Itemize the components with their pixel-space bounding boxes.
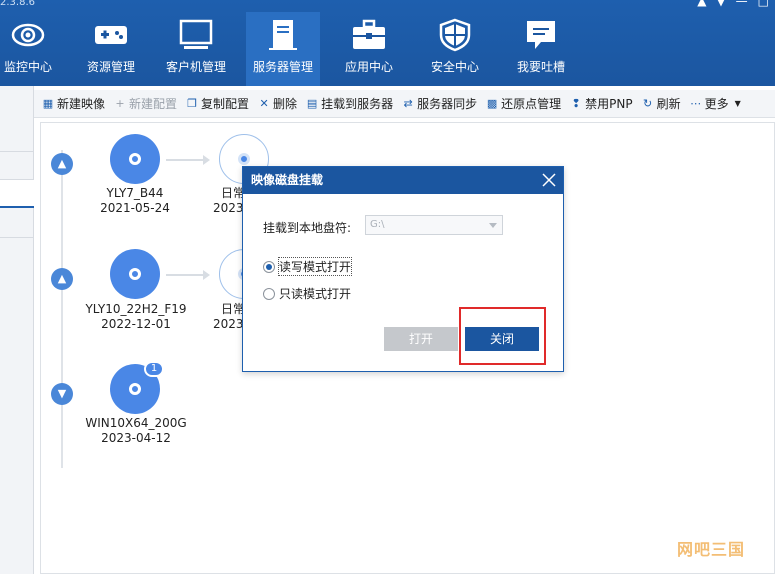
expand-toggle[interactable]: ▼ — [51, 383, 73, 405]
drive-letter-value: G:\ — [370, 219, 385, 230]
timeline-line — [61, 150, 63, 468]
dialog-title: 映像磁盘挂载 — [243, 167, 563, 194]
nav-label: 服务器管理 — [252, 60, 313, 74]
left-sidebar — [0, 86, 34, 574]
app-version: 2.3.8.6 — [0, 0, 35, 8]
maximize-icon[interactable]: □ — [758, 0, 769, 8]
monitor-icon — [179, 19, 213, 49]
gamepad-icon — [95, 26, 127, 44]
arrow-connector — [166, 155, 210, 165]
radio-checked-icon[interactable] — [263, 260, 275, 273]
disc-icon — [129, 268, 141, 280]
nav-app-center[interactable]: 应用中心 — [338, 12, 400, 86]
drive-letter-label: 挂载到本地盘符: — [263, 221, 352, 235]
sidebar-item[interactable] — [0, 210, 34, 238]
shield-icon — [439, 18, 471, 52]
restore-icon: ▩ — [486, 96, 498, 110]
eye-icon — [11, 23, 45, 47]
new-image-icon: ▦ — [42, 96, 54, 110]
server-sync-button[interactable]: ⇄ 服务器同步 — [402, 95, 477, 112]
collapse-toggle[interactable]: ▲ — [51, 268, 73, 290]
nav-client-management[interactable]: 客户机管理 — [162, 12, 230, 86]
restore-date: 2023 — [213, 317, 244, 331]
disc-icon — [238, 153, 250, 165]
sidebar-item[interactable] — [0, 152, 34, 180]
chevron-down-icon: ▼ — [57, 387, 67, 400]
disk-image-node[interactable] — [110, 249, 160, 299]
sidebar-item-selected[interactable] — [0, 180, 34, 208]
nav-security-center[interactable]: 安全中心 — [424, 12, 486, 86]
drive-letter-select[interactable]: G:\ — [365, 215, 503, 235]
nav-label: 客户机管理 — [165, 60, 226, 74]
window-controls: ▲ ▼ — □ — [697, 0, 769, 8]
restore-point-button[interactable]: ▩ 还原点管理 — [486, 95, 561, 112]
image-name: WIN10X64_200G — [85, 416, 187, 430]
highlight-box — [459, 307, 546, 365]
toolbox-icon — [353, 19, 385, 49]
mount-to-server-button[interactable]: ▤ 挂载到服务器 — [306, 95, 393, 112]
watermark-text: 网吧三国 — [676, 540, 745, 559]
disc-icon — [129, 383, 141, 395]
image-date: 2022-12-01 — [101, 317, 171, 331]
minimize-icon[interactable]: — — [736, 0, 748, 8]
chevron-up-icon: ▲ — [57, 157, 67, 170]
delete-button[interactable]: ✕ 删除 — [258, 95, 297, 112]
menu-icon[interactable]: ▼ — [716, 0, 725, 8]
copy-config-button[interactable]: ❐ 复制配置 — [186, 95, 249, 112]
radio-unchecked-icon[interactable] — [263, 287, 275, 300]
sidebar-item[interactable] — [0, 124, 34, 152]
new-config-button[interactable]: + 新建配置 — [114, 95, 177, 112]
plus-icon: + — [115, 96, 125, 110]
nav-label: 我要吐槽 — [516, 60, 565, 74]
new-image-button[interactable]: ▦ 新建映像 — [42, 95, 105, 112]
server-icon — [269, 20, 297, 50]
pnp-icon: ❢ — [571, 96, 581, 110]
pin-icon[interactable]: ▲ — [697, 0, 706, 8]
nav-resource-management[interactable]: 资源管理 — [80, 12, 142, 86]
nav-label: 资源管理 — [86, 60, 135, 74]
disable-pnp-button[interactable]: ❢ 禁用PNP — [570, 95, 633, 112]
nav-monitor-center[interactable]: 监控中心 — [0, 12, 56, 86]
image-date: 2023-04-12 — [101, 431, 171, 445]
readonly-mode-label: 只读模式打开 — [279, 287, 352, 301]
nav-server-management[interactable]: 服务器管理 — [246, 12, 320, 86]
readwrite-mode-option[interactable]: 读写模式打开 — [263, 257, 353, 276]
chevron-down-icon: ▼ — [734, 99, 741, 108]
readwrite-mode-label: 读写模式打开 — [277, 257, 353, 276]
image-name: YLY7_B44 — [106, 186, 164, 200]
more-icon: ⋯ — [690, 96, 702, 110]
open-button[interactable]: 打开 — [384, 327, 458, 351]
chat-icon — [527, 21, 555, 49]
image-date: 2021-05-24 — [100, 201, 170, 215]
nav-label: 监控中心 — [3, 60, 52, 74]
refresh-icon: ↻ — [642, 96, 653, 110]
disc-icon — [129, 153, 141, 165]
top-nav-bar: 2.3.8.6 ▲ ▼ — □ 监控中心 资源管理 客户机管理 服务器管理 应用… — [0, 0, 775, 86]
more-button[interactable]: ⋯ 更多 ▼ — [690, 95, 741, 112]
copy-icon: ❐ — [187, 96, 197, 110]
collapse-toggle[interactable]: ▲ — [51, 153, 73, 175]
close-icon[interactable] — [541, 172, 557, 188]
chevron-up-icon: ▲ — [57, 272, 67, 285]
nav-label: 安全中心 — [430, 60, 479, 74]
count-badge: 1 — [144, 361, 164, 377]
close-icon: ✕ — [259, 96, 269, 110]
readonly-mode-option[interactable]: 只读模式打开 — [263, 285, 351, 302]
chevron-down-icon — [489, 223, 497, 228]
image-name: YLY10_22H2_F19 — [85, 302, 187, 316]
nav-feedback[interactable]: 我要吐槽 — [510, 12, 572, 86]
mount-icon: ▤ — [306, 96, 318, 110]
nav-label: 应用中心 — [344, 60, 393, 74]
disk-image-node[interactable] — [110, 134, 160, 184]
restore-date: 2023 — [213, 201, 244, 215]
sync-icon: ⇄ — [403, 96, 413, 110]
arrow-connector — [166, 270, 210, 280]
toolbar: ▦ 新建映像 + 新建配置 ❐ 复制配置 ✕ 删除 ▤ 挂载到服务器 ⇄ 服务器… — [34, 90, 775, 118]
refresh-button[interactable]: ↻ 刷新 — [642, 95, 681, 112]
